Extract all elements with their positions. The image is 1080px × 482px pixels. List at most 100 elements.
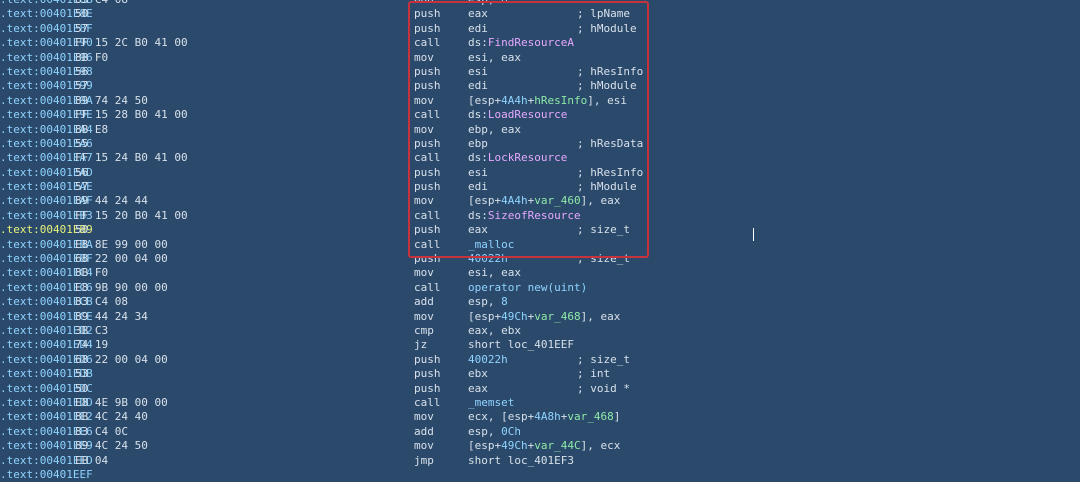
instruction-operands[interactable]: ds:SizeofResource bbox=[468, 209, 581, 223]
instruction-operands[interactable]: ds:LoadResource bbox=[468, 108, 567, 122]
listing-row[interactable]: .text:00401E8F 57 push edi; hModule bbox=[0, 22, 1080, 36]
instruction-mnemonic[interactable]: push bbox=[414, 22, 441, 36]
listing-row[interactable]: .text:00401E8B83 C4 08addesp, 8 bbox=[0, 0, 1080, 7]
instruction-mnemonic[interactable]: cmp bbox=[414, 324, 434, 338]
instruction-operands[interactable]: ds:LockResource bbox=[468, 151, 567, 165]
operand-text[interactable]: 8 bbox=[501, 295, 508, 308]
operand-text[interactable]: 0Ch bbox=[501, 425, 521, 438]
instruction-operands[interactable]: esp, 8 bbox=[468, 295, 508, 309]
instruction-mnemonic[interactable]: push bbox=[414, 223, 441, 237]
instruction-mnemonic[interactable]: call bbox=[414, 238, 441, 252]
listing-row[interactable]: .text:00401ECE 89 44 24 34 mov [esp+49Ch+va… bbox=[0, 310, 1080, 324]
listing-row[interactable]: .text:00401ECB 83 C4 08 add esp, 8 bbox=[0, 295, 1080, 309]
instruction-operands[interactable]: _memset bbox=[468, 396, 514, 410]
instruction-mnemonic[interactable]: call bbox=[414, 36, 441, 50]
operand-text[interactable]: _memset bbox=[468, 396, 514, 409]
instruction-operands[interactable]: ebx bbox=[468, 367, 488, 381]
listing-row[interactable]: .text:00401E8E 50 push eax; lpName bbox=[0, 7, 1080, 21]
instruction-mnemonic[interactable]: mov bbox=[414, 194, 434, 208]
instruction-mnemonic[interactable]: mov bbox=[414, 123, 434, 137]
instruction-operands[interactable]: [esp+4A4h+hResInfo], esi bbox=[468, 94, 627, 108]
instruction-operands[interactable]: eax, ebx bbox=[468, 324, 521, 338]
listing-row[interactable]: .text:00401EBA E8 8E 99 00 00 call _malloc bbox=[0, 238, 1080, 252]
instruction-operands[interactable]: esi, eax bbox=[468, 266, 521, 280]
listing-row[interactable]: .text:00401EAF 89 44 24 44 mov [esp+4A4h+va… bbox=[0, 194, 1080, 208]
listing-row[interactable]: .text:00401EA4 8B E8 mov ebp, eax bbox=[0, 123, 1080, 137]
instruction-operands[interactable]: [esp+49Ch+var_44C], ecx bbox=[468, 439, 620, 453]
instruction-operands[interactable]: ecx, [esp+4A8h+var_468] bbox=[468, 410, 620, 424]
instruction-mnemonic[interactable]: mov bbox=[414, 266, 434, 280]
instruction-mnemonic[interactable]: push bbox=[414, 166, 441, 180]
local-variable[interactable]: var_44C bbox=[534, 439, 580, 452]
listing-row[interactable]: .text:00401EDC 50 push eax; void * bbox=[0, 382, 1080, 396]
symbol-reference[interactable]: LoadResource bbox=[488, 108, 567, 121]
listing-row[interactable]: .text:00401E90 FF 15 2C B0 41 00 call ds:Fi… bbox=[0, 36, 1080, 50]
address-label[interactable]: .text:00401EEF bbox=[0, 468, 93, 482]
instruction-mnemonic[interactable]: push bbox=[414, 353, 441, 367]
instruction-mnemonic[interactable]: jmp bbox=[414, 454, 434, 468]
instruction-mnemonic[interactable]: mov bbox=[414, 94, 434, 108]
operand-text[interactable]: 4A4h bbox=[501, 194, 528, 207]
instruction-operands[interactable]: ds:FindResourceA bbox=[468, 36, 574, 50]
instruction-operands[interactable]: eax bbox=[468, 7, 488, 21]
local-variable[interactable]: var_460 bbox=[534, 194, 580, 207]
operand-text[interactable]: 8 bbox=[501, 0, 508, 6]
listing-row[interactable]: .text:00401EBF 68 22 00 04 00 push 40022h; … bbox=[0, 252, 1080, 266]
listing-row[interactable]: .text:00401E96 8B F0 mov esi, eax bbox=[0, 51, 1080, 65]
instruction-mnemonic[interactable]: add bbox=[414, 425, 434, 439]
instruction-operands[interactable]: edi bbox=[468, 79, 488, 93]
operand-text[interactable]: 4A4h bbox=[501, 94, 528, 107]
instruction-mnemonic[interactable]: jz bbox=[414, 338, 427, 352]
listing-row-current[interactable]: .text:00401EB9 50 push eax; size_t bbox=[0, 223, 1080, 237]
listing-row[interactable]: .text:00401E98 56 push esi; hResInfo bbox=[0, 65, 1080, 79]
instruction-mnemonic[interactable]: call bbox=[414, 396, 441, 410]
listing-row[interactable]: .text:00401EE6 83 C4 0C add esp, 0Ch bbox=[0, 425, 1080, 439]
symbol-reference[interactable]: FindResourceA bbox=[488, 36, 574, 49]
instruction-operands[interactable]: esp, 0Ch bbox=[468, 425, 521, 439]
listing-row[interactable]: .text:00401EA7 FF 15 24 B0 41 00 call ds:Lo… bbox=[0, 151, 1080, 165]
listing-row[interactable]: .text:00401EE9 89 4C 24 50 mov [esp+49Ch+va… bbox=[0, 439, 1080, 453]
instruction-mnemonic[interactable]: mov bbox=[414, 439, 434, 453]
instruction-operands[interactable]: esi, eax bbox=[468, 51, 521, 65]
operand-text[interactable]: 40022h bbox=[468, 353, 508, 366]
listing-row[interactable]: .text:00401EE2 8B 4C 24 40 mov ecx, [esp+4A… bbox=[0, 410, 1080, 424]
instruction-operands[interactable]: esi bbox=[468, 65, 488, 79]
instruction-operands[interactable]: edi bbox=[468, 22, 488, 36]
instruction-mnemonic[interactable]: push bbox=[414, 137, 441, 151]
listing-row[interactable]: .text:00401ED4 74 19 jz short loc_401EEF bbox=[0, 338, 1080, 352]
instruction-operands[interactable]: short loc_401EF3 bbox=[468, 454, 574, 468]
instruction-operands[interactable]: edi bbox=[468, 180, 488, 194]
listing-row[interactable]: .text:00401EEF bbox=[0, 468, 1080, 482]
listing-row[interactable]: .text:00401EAD 56 push esi; hResInfo bbox=[0, 166, 1080, 180]
instruction-mnemonic[interactable]: mov bbox=[414, 410, 434, 424]
listing-row[interactable]: .text:00401E9A 89 74 24 50 mov [esp+4A4h+hR… bbox=[0, 94, 1080, 108]
instruction-operands[interactable]: short loc_401EEF bbox=[468, 338, 574, 352]
instruction-operands[interactable]: ebp bbox=[468, 137, 488, 151]
operand-text[interactable]: operator new(uint) bbox=[468, 281, 587, 294]
instruction-mnemonic[interactable]: push bbox=[414, 7, 441, 21]
instruction-operands[interactable]: 40022h bbox=[468, 353, 508, 367]
symbol-reference[interactable]: SizeofResource bbox=[488, 209, 581, 222]
disassembly-listing[interactable]: .text:00401E8B83 C4 08addesp, 8 .text:004… bbox=[0, 0, 1080, 482]
listing-row[interactable]: .text:00401EED EB 04 jmp short loc_401EF3 bbox=[0, 454, 1080, 468]
instruction-operands[interactable]: [esp+49Ch+var_468], eax bbox=[468, 310, 620, 324]
instruction-mnemonic[interactable]: push bbox=[414, 367, 441, 381]
listing-row[interactable]: .text:00401EC6 E8 9B 90 00 00 call operator… bbox=[0, 281, 1080, 295]
operand-text[interactable]: 40022h bbox=[468, 252, 508, 265]
instruction-mnemonic[interactable]: mov bbox=[414, 51, 434, 65]
instruction-mnemonic[interactable]: add bbox=[414, 295, 434, 309]
operand-text[interactable]: 49Ch bbox=[501, 439, 528, 452]
instruction-operands[interactable]: ebp, eax bbox=[468, 123, 521, 137]
instruction-operands[interactable]: esi bbox=[468, 166, 488, 180]
instruction-mnemonic[interactable]: call bbox=[414, 151, 441, 165]
listing-row[interactable]: .text:00401ED2 3B C3 cmp eax, ebx bbox=[0, 324, 1080, 338]
instruction-operands[interactable]: esp, 8 bbox=[468, 0, 508, 7]
listing-row[interactable]: .text:00401EAE 57 push edi; hModule bbox=[0, 180, 1080, 194]
instruction-mnemonic[interactable]: call bbox=[414, 108, 441, 122]
instruction-mnemonic[interactable]: push bbox=[414, 180, 441, 194]
instruction-mnemonic[interactable]: push bbox=[414, 65, 441, 79]
listing-row[interactable]: .text:00401E9E FF 15 28 B0 41 00 call ds:Lo… bbox=[0, 108, 1080, 122]
listing-row[interactable]: .text:00401EC4 8B F0 mov esi, eax bbox=[0, 266, 1080, 280]
listing-row[interactable]: .text:00401ED6 68 22 00 04 00 push 40022h; … bbox=[0, 353, 1080, 367]
local-variable[interactable]: var_468 bbox=[534, 310, 580, 323]
